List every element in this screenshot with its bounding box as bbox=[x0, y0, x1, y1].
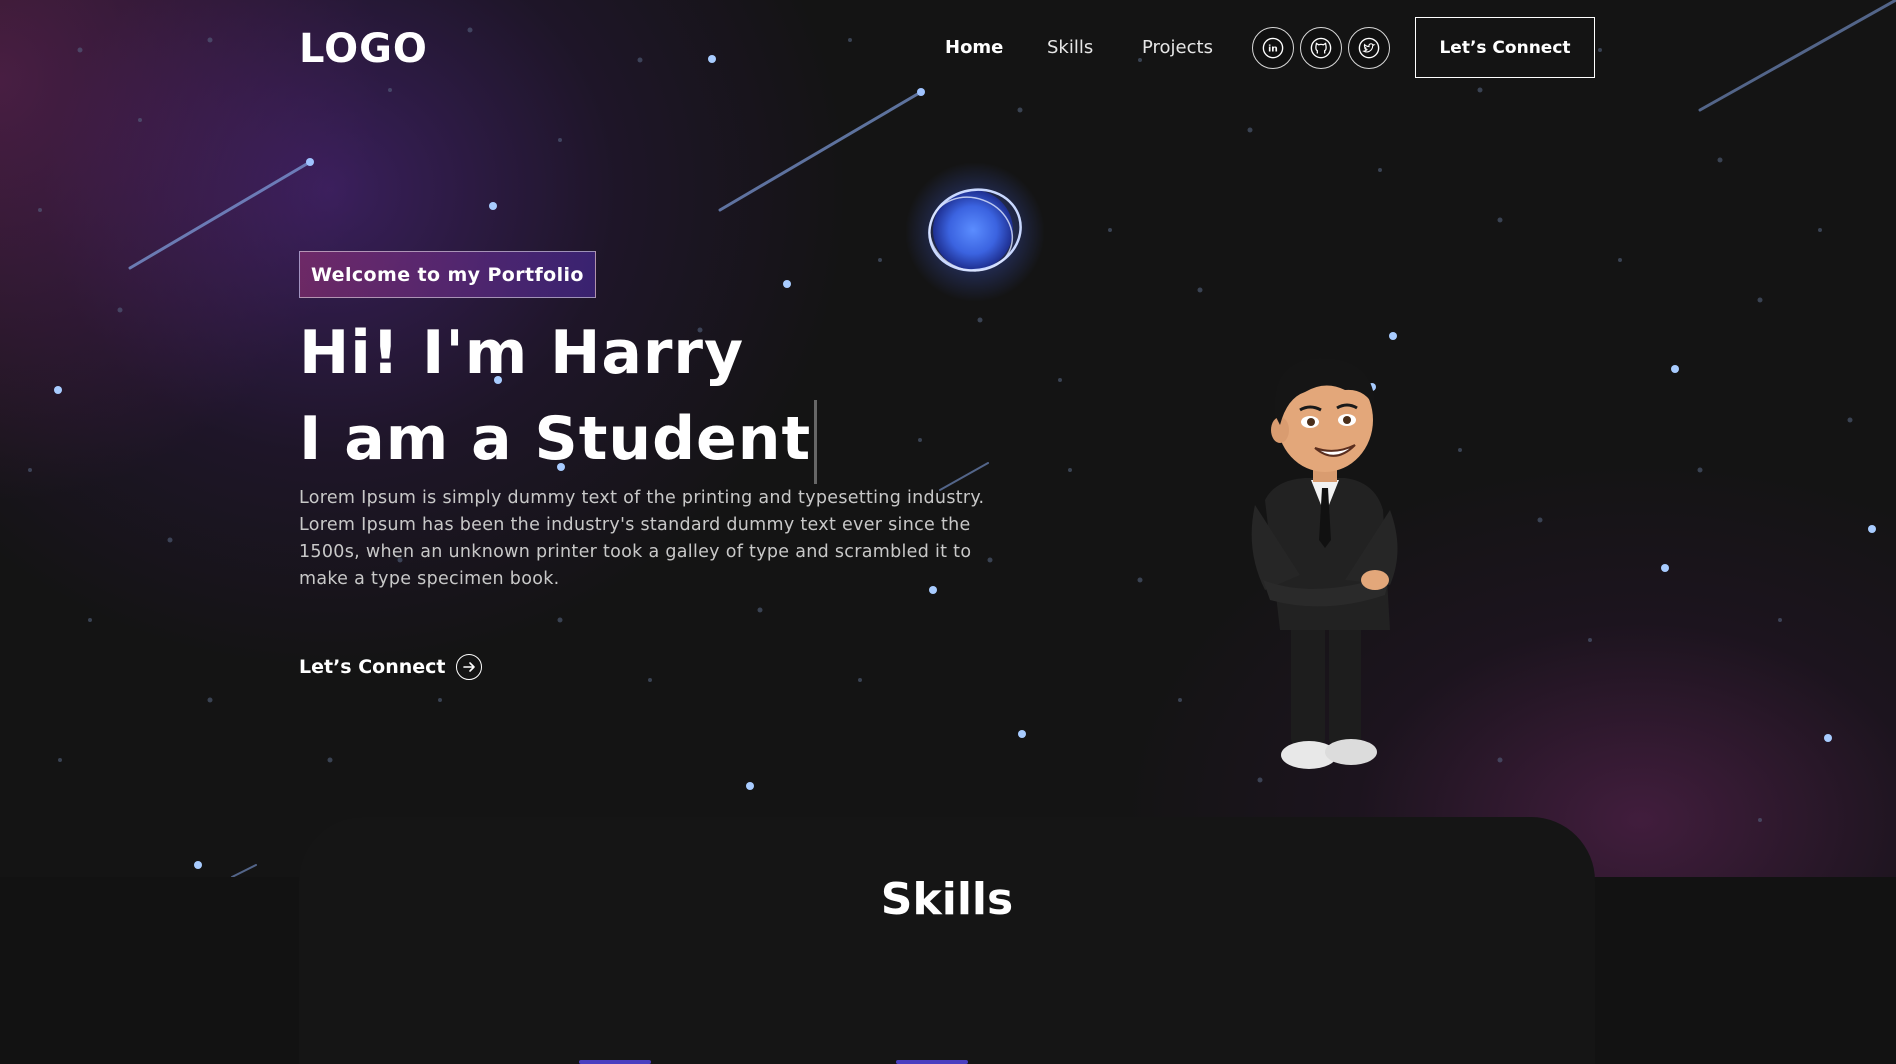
planet-illustration bbox=[905, 162, 1045, 302]
skill-item-indicator bbox=[579, 1060, 651, 1064]
hero-title-line-2: I am a Student bbox=[299, 404, 812, 474]
site-logo[interactable]: LOGO bbox=[299, 26, 428, 72]
skills-section: Skills bbox=[299, 817, 1595, 1064]
twitter-icon bbox=[1358, 37, 1380, 59]
hero-title-line-1: Hi! I'm Harry bbox=[299, 318, 745, 388]
nav-connect-button[interactable]: Let’s Connect bbox=[1415, 17, 1595, 78]
hero-title: Hi! I'm Harry I am a Student bbox=[299, 310, 818, 485]
hero-banner: LOGO Home Skills Projects in Let’s Conne… bbox=[0, 0, 1896, 877]
twitter-link[interactable] bbox=[1348, 27, 1390, 69]
hero-connect-button[interactable]: Let’s Connect bbox=[299, 654, 482, 680]
hero-connect-label: Let’s Connect bbox=[299, 656, 446, 678]
top-navbar: LOGO Home Skills Projects in Let’s Conne… bbox=[0, 0, 1896, 100]
linkedin-icon: in bbox=[1262, 37, 1284, 59]
avatar-illustration bbox=[1251, 358, 1398, 769]
nav-link-home[interactable]: Home bbox=[945, 37, 1003, 58]
nav-link-skills[interactable]: Skills bbox=[1047, 37, 1093, 58]
skill-item-indicator bbox=[896, 1060, 968, 1064]
github-icon bbox=[1310, 37, 1332, 59]
nav-link-projects[interactable]: Projects bbox=[1142, 37, 1213, 58]
svg-text:in: in bbox=[1268, 44, 1278, 55]
starfield-background bbox=[28, 0, 1896, 877]
arrow-right-circle-icon bbox=[455, 654, 482, 680]
hero-description: Lorem Ipsum is simply dummy text of the … bbox=[299, 488, 985, 589]
typing-cursor bbox=[814, 400, 818, 485]
github-link[interactable] bbox=[1300, 27, 1342, 69]
skills-title: Skills bbox=[880, 874, 1014, 925]
linkedin-link[interactable]: in bbox=[1252, 27, 1294, 69]
welcome-tagline: Welcome to my Portfolio bbox=[299, 251, 596, 298]
